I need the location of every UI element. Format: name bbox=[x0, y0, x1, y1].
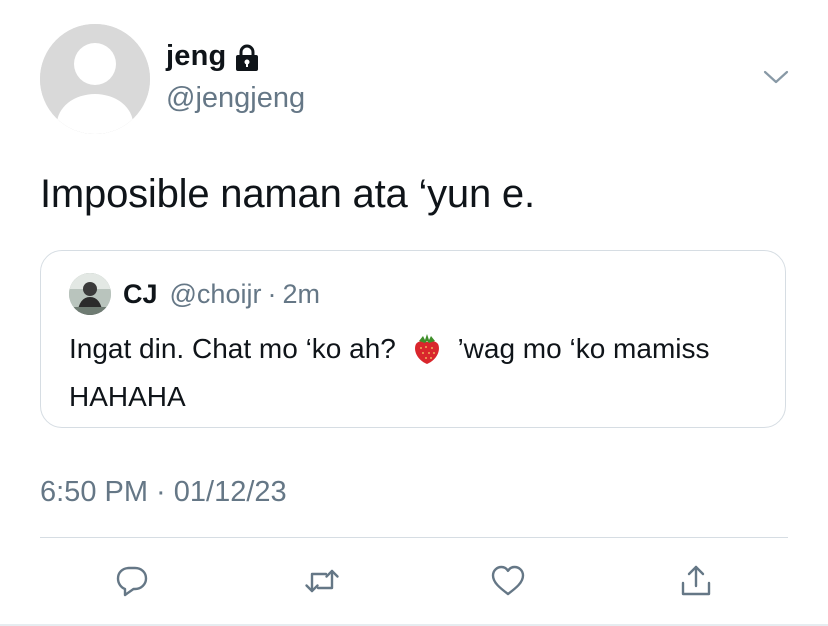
strawberry-emoji-icon bbox=[410, 332, 444, 377]
heart-icon bbox=[491, 565, 525, 596]
tweet-action-bar bbox=[0, 556, 828, 606]
author-handle[interactable]: @jengjeng bbox=[166, 82, 305, 115]
quoted-time: 2m bbox=[282, 278, 320, 309]
tweet-text: Imposible naman ata ‘yun e. bbox=[40, 172, 535, 216]
quoted-separator: · bbox=[267, 278, 277, 309]
share-button[interactable] bbox=[671, 556, 721, 606]
quoted-text-part-1: Ingat din. Chat mo ‘ko ah? bbox=[69, 333, 396, 364]
retweet-button[interactable] bbox=[297, 556, 347, 606]
like-button[interactable] bbox=[483, 556, 533, 606]
quoted-author-name: CJ bbox=[123, 278, 158, 309]
retweet-icon bbox=[305, 569, 339, 593]
quoted-author-handle: @choijr bbox=[169, 278, 262, 309]
quoted-tweet-header: CJ @choijr · 2m bbox=[69, 273, 320, 315]
share-icon bbox=[681, 565, 711, 596]
quoted-tweet-text: Ingat din. Chat mo ‘ko ah? ’wag mo ‘ko m… bbox=[69, 329, 759, 417]
lock-icon bbox=[234, 44, 260, 72]
divider bbox=[40, 537, 788, 538]
quoted-tweet-card[interactable]: CJ @choijr · 2m Ingat din. Chat mo ‘ko a… bbox=[40, 250, 786, 428]
author-display-name[interactable]: jeng bbox=[166, 40, 226, 73]
quoted-author-avatar bbox=[69, 273, 111, 315]
reply-button[interactable] bbox=[107, 556, 157, 606]
author-name-row[interactable]: jeng bbox=[166, 40, 260, 73]
chevron-down-icon[interactable] bbox=[762, 66, 790, 88]
tweet-timestamp[interactable]: 6:50 PM · 01/12/23 bbox=[40, 476, 287, 509]
default-avatar-icon bbox=[40, 24, 150, 134]
comment-icon bbox=[116, 566, 148, 597]
author-avatar[interactable] bbox=[40, 24, 150, 134]
